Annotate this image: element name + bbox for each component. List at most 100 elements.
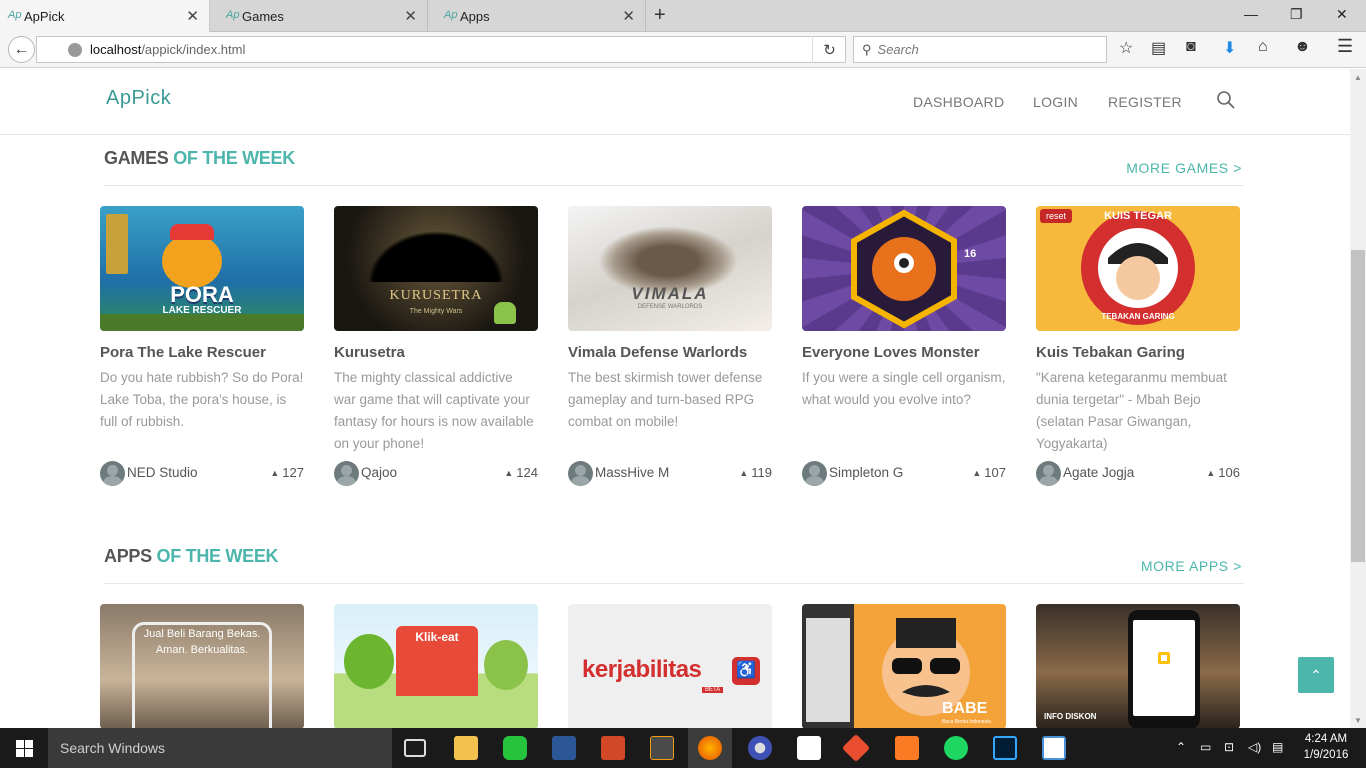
windows-start-icon[interactable] <box>16 740 33 757</box>
divider <box>104 185 1244 186</box>
photos-icon[interactable] <box>1042 736 1066 760</box>
app-thumbnail[interactable]: Jual Beli Barang Bekas. Aman. Berkualita… <box>100 604 304 728</box>
chevron-up-icon[interactable]: ⌃ <box>1176 740 1186 754</box>
developer-name[interactable]: MassHive M <box>595 465 669 480</box>
bookmark-star-icon[interactable]: ☆ <box>1119 38 1133 58</box>
address-bar[interactable]: localhost/appick/index.html <box>36 36 846 63</box>
card-footer: Agate Jogja ▲ 106 <box>1036 461 1240 487</box>
vote-count[interactable]: ▲ 107 <box>972 465 1006 480</box>
back-to-top-button[interactable]: ⌃ <box>1298 657 1334 693</box>
nav-dashboard[interactable]: DASHBOARD <box>913 94 1004 110</box>
app-thumbnail[interactable]: INFO DISKON <box>1036 604 1240 728</box>
thumb-title: Klik-eat <box>415 630 459 644</box>
minimize-icon[interactable]: — <box>1244 6 1258 22</box>
app-thumbnail[interactable]: BABE Baca Berita Indonesia <box>802 604 1006 728</box>
close-icon[interactable]: ✕ <box>404 7 417 25</box>
home-icon[interactable]: ⌂ <box>1258 38 1268 56</box>
restore-icon[interactable]: ❐ <box>1290 6 1303 23</box>
app-card[interactable]: INFO DISKON <box>1036 604 1240 728</box>
spotify-icon[interactable] <box>944 736 968 760</box>
game-card[interactable]: KURUSETRA The Mighty Wars Kurusetra The … <box>334 206 538 487</box>
new-tab-button[interactable]: + <box>654 4 666 27</box>
battery-icon[interactable]: ▭ <box>1200 740 1211 754</box>
sublime-text-icon[interactable] <box>650 736 674 760</box>
game-thumbnail[interactable]: PORA LAKE RESCUER <box>100 206 304 331</box>
divider <box>104 583 1244 584</box>
vote-count[interactable]: ▲ 119 <box>739 465 772 480</box>
developer-name[interactable]: Qajoo <box>361 465 397 480</box>
nav-register[interactable]: REGISTER <box>1108 94 1182 110</box>
pocket-icon[interactable]: ◙ <box>1186 38 1196 56</box>
game-card[interactable]: reset KUIS TEGAR TEBAKAN GARING Kuis Teb… <box>1036 206 1240 487</box>
tab-appick[interactable]: Ap ApPick ✕ <box>0 0 210 32</box>
word-icon[interactable] <box>552 736 576 760</box>
window-close-icon[interactable]: ✕ <box>1336 6 1348 23</box>
game-thumbnail[interactable]: VIMALA DEFENSE WARLORDS <box>568 206 772 331</box>
game-title[interactable]: Pora The Lake Rescuer <box>100 344 304 361</box>
search-icon[interactable] <box>1216 90 1236 110</box>
game-title[interactable]: Kuis Tebakan Garing <box>1036 344 1240 361</box>
game-thumbnail[interactable]: reset KUIS TEGAR TEBAKAN GARING <box>1036 206 1240 331</box>
file-explorer-icon[interactable] <box>454 736 478 760</box>
developer-name[interactable]: Agate Jogja <box>1063 465 1134 480</box>
vote-value: 107 <box>984 465 1006 480</box>
app-card[interactable]: Klik-eat <box>334 604 538 728</box>
back-button[interactable]: ← <box>8 36 35 63</box>
app-card[interactable]: kerjabilitas ♿ BETA <box>568 604 772 728</box>
close-icon[interactable]: ✕ <box>622 7 635 25</box>
vote-count[interactable]: ▲ 106 <box>1206 465 1240 480</box>
line-app-icon[interactable] <box>503 736 527 760</box>
reload-button[interactable]: ↻ <box>812 36 846 63</box>
reading-list-icon[interactable]: ▤ <box>1151 38 1166 58</box>
eclipse-icon[interactable] <box>748 736 772 760</box>
taskbar-search-input[interactable]: Search Windows <box>48 728 392 768</box>
app-thumbnail[interactable]: Klik-eat <box>334 604 538 728</box>
download-icon[interactable]: ⬇ <box>1223 38 1236 58</box>
game-card[interactable]: VIMALA DEFENSE WARLORDS Vimala Defense W… <box>568 206 772 487</box>
more-games-link[interactable]: MORE GAMES > <box>1126 160 1242 176</box>
site-logo[interactable]: ApPick <box>106 87 171 110</box>
browser-search-input[interactable]: ⚲ Search <box>853 36 1107 63</box>
menu-icon[interactable]: ☰ <box>1337 36 1353 57</box>
vote-value: 106 <box>1218 465 1240 480</box>
scroll-down-icon[interactable]: ▼ <box>1354 716 1362 725</box>
volume-icon[interactable]: ◁) <box>1248 740 1261 754</box>
developer-name[interactable]: NED Studio <box>127 465 198 480</box>
game-title[interactable]: Vimala Defense Warlords <box>568 344 772 361</box>
close-icon[interactable]: ✕ <box>186 7 199 25</box>
game-title[interactable]: Kurusetra <box>334 344 538 361</box>
game-card[interactable]: PORA LAKE RESCUER Pora The Lake Rescuer … <box>100 206 304 487</box>
nav-login[interactable]: LOGIN <box>1033 94 1078 110</box>
photoshop-icon[interactable] <box>993 736 1017 760</box>
developer-name[interactable]: Simpleton G <box>829 465 903 480</box>
game-card[interactable]: 16 Everyone Loves Monster If you were a … <box>802 206 1006 487</box>
scroll-up-icon[interactable]: ▲ <box>1354 73 1362 82</box>
thumb-subtitle: LAKE RESCUER <box>162 305 242 316</box>
scrollbar-thumb[interactable] <box>1351 250 1365 562</box>
url-path: /appick/index.html <box>141 42 246 57</box>
browser-tab-strip: Ap ApPick ✕ Ap Games ✕ Ap Apps ✕ + — ❐ ✕ <box>0 0 1366 32</box>
vote-count[interactable]: ▲ 124 <box>504 465 538 480</box>
notifications-icon[interactable]: ▤ <box>1272 740 1283 754</box>
game-title[interactable]: Everyone Loves Monster <box>802 344 1006 361</box>
tab-games[interactable]: Ap Games ✕ <box>218 0 428 32</box>
firefox-icon[interactable] <box>698 736 722 760</box>
game-thumbnail[interactable]: 16 <box>802 206 1006 331</box>
git-icon[interactable] <box>841 733 871 763</box>
task-view-icon[interactable] <box>404 739 426 757</box>
game-thumbnail[interactable]: KURUSETRA The Mighty Wars <box>334 206 538 331</box>
app-card[interactable]: Jual Beli Barang Bekas. Aman. Berkualita… <box>100 604 304 728</box>
xampp-icon[interactable] <box>895 736 919 760</box>
more-apps-link[interactable]: MORE APPS > <box>1141 558 1242 574</box>
app-card[interactable]: BABE Baca Berita Indonesia <box>802 604 1006 728</box>
chat-icon[interactable]: ☻ <box>1294 38 1311 56</box>
vote-count[interactable]: ▲ 127 <box>270 465 304 480</box>
game-description: The best skirmish tower defense gameplay… <box>568 370 763 429</box>
search-icon: ⚲ <box>862 41 872 57</box>
app-thumbnail[interactable]: kerjabilitas ♿ BETA <box>568 604 772 728</box>
system-clock[interactable]: 4:24 AM 1/9/2016 <box>1296 731 1356 763</box>
network-icon[interactable]: ⊡ <box>1224 740 1234 754</box>
smartfren-icon[interactable] <box>797 736 821 760</box>
tab-apps[interactable]: Ap Apps ✕ <box>436 0 646 32</box>
powerpoint-icon[interactable] <box>601 736 625 760</box>
